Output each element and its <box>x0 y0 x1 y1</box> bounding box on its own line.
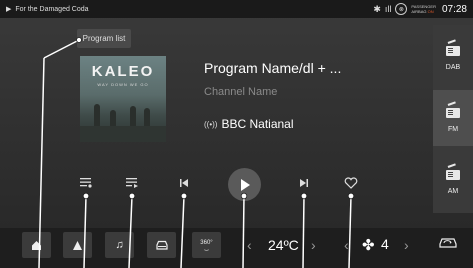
band-label: FM <box>447 125 459 133</box>
skip-next-icon <box>300 179 308 187</box>
airbag-on-label: ON <box>427 9 434 14</box>
program-list-button[interactable]: Program list <box>77 29 131 48</box>
temp-increase-button[interactable]: › <box>311 237 316 253</box>
heart-icon <box>344 177 358 189</box>
home-button[interactable] <box>22 232 51 258</box>
now-playing-text: For the Damaged Coda <box>15 5 89 13</box>
track-title: Program Name/dl + ... <box>204 60 342 76</box>
camera-arc-icon: ‿ <box>204 245 209 251</box>
signal-icon: ıll <box>384 4 392 14</box>
temp-decrease-button[interactable]: ‹ <box>247 237 252 253</box>
fan-decrease-button[interactable]: ‹ <box>344 237 349 253</box>
album-figure <box>144 108 150 128</box>
station-list-button[interactable] <box>74 171 98 195</box>
air-recirculation-button[interactable] <box>437 236 459 255</box>
band-label: AM <box>447 187 459 195</box>
play-indicator-icon: ▶ <box>6 6 12 13</box>
band-dab-button[interactable]: DAB <box>433 28 473 84</box>
album-art: KALEO WAY DOWN WE GO <box>80 56 166 142</box>
band-fm-button[interactable]: FM <box>433 90 473 146</box>
360-camera-button[interactable]: 360° ‿ <box>192 232 221 258</box>
fan-icon: ✤ <box>362 237 375 254</box>
car-icon <box>155 240 168 250</box>
album-ground <box>80 126 166 142</box>
media-button[interactable]: ♫ <box>105 232 134 258</box>
station-info: ((•)) BBC Natianal <box>204 117 294 131</box>
play-button[interactable] <box>228 168 261 201</box>
status-bar: ▶ For the Damaged Coda ✱ ıll ⊗ PASSENGER… <box>0 0 473 18</box>
radio-icon <box>446 100 460 118</box>
home-icon <box>32 240 41 250</box>
fan-increase-button[interactable]: › <box>404 237 409 253</box>
recirculation-icon <box>439 238 457 248</box>
radio-icon <box>446 38 460 56</box>
queue-icon <box>126 178 138 188</box>
album-figure <box>130 106 136 128</box>
vehicle-button[interactable] <box>147 232 176 258</box>
navigation-button[interactable] <box>63 232 92 258</box>
album-figure <box>94 104 100 128</box>
next-button[interactable] <box>292 171 316 195</box>
clock: 07:28 <box>441 3 467 15</box>
favorite-button[interactable] <box>339 171 363 195</box>
infotainment-screen: ▶ For the Damaged Coda ✱ ıll ⊗ PASSENGER… <box>0 0 473 268</box>
bluetooth-icon: ✱ <box>373 3 381 14</box>
temperature-display: 24ºC <box>268 237 299 253</box>
radio-icon <box>446 162 460 180</box>
broadcast-icon: ((•)) <box>204 119 218 129</box>
music-icon: ♫ <box>115 239 124 251</box>
skip-previous-icon <box>180 179 188 187</box>
album-artist: KALEO <box>91 63 155 80</box>
band-am-button[interactable]: AM <box>433 152 473 208</box>
navigation-icon <box>73 240 82 250</box>
passenger-airbag-status: PASSENGER AIRBAG ON <box>411 4 436 14</box>
fan-level: 4 <box>381 236 389 252</box>
queue-button[interactable] <box>120 171 144 195</box>
album-title: WAY DOWN WE GO <box>97 82 149 87</box>
band-label: DAB <box>445 63 461 71</box>
channel-name: Channel Name <box>204 86 278 98</box>
airbag-icon: ⊗ <box>395 3 408 15</box>
previous-button[interactable] <box>172 171 196 195</box>
play-icon <box>240 178 250 191</box>
station-name: BBC Natianal <box>221 117 294 131</box>
list-icon <box>80 178 92 188</box>
